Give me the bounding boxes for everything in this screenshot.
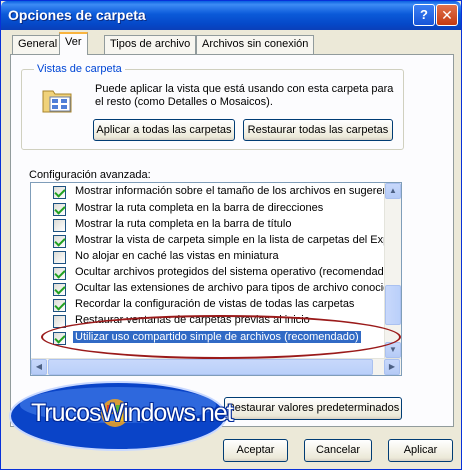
title-bar[interactable]: Opciones de carpeta ? ✕ [1, 1, 461, 30]
horizontal-scroll-thumb[interactable] [48, 359, 373, 375]
advanced-settings-list[interactable]: Mostrar información sobre el tamaño de l… [30, 182, 402, 376]
scroll-right-icon[interactable]: ▶ [384, 359, 400, 375]
help-button[interactable]: ? [413, 4, 435, 26]
scroll-up-icon[interactable]: ▲ [385, 183, 401, 199]
folder-views-title: Vistas de carpeta [34, 63, 125, 75]
checkbox[interactable] [53, 186, 66, 199]
vertical-scrollbar[interactable]: ▲ ▼ [384, 183, 401, 359]
list-item-label: Ocultar las extensiones de archivo para … [75, 282, 396, 294]
list-item-label: Recordar la configuración de vistas de t… [75, 298, 355, 310]
horizontal-scrollbar[interactable]: ◀ ▶ [31, 358, 401, 375]
checkbox[interactable] [53, 332, 66, 345]
window-title: Opciones de carpeta [8, 7, 146, 23]
checkbox[interactable] [53, 251, 66, 264]
list-item-label: Ocultar archivos protegidos del sistema … [75, 266, 394, 278]
cancel-button[interactable]: Cancelar [304, 439, 372, 462]
advanced-settings-label: Configuración avanzada: [29, 169, 151, 181]
checkbox[interactable] [53, 235, 66, 248]
tab-general[interactable]: General [12, 35, 64, 54]
tab-view[interactable]: Ver [59, 32, 88, 55]
restore-defaults-button[interactable]: Restaurar valores predeterminados [224, 397, 402, 420]
list-item-label: Mostrar la ruta completa en la barra de … [75, 202, 324, 214]
scroll-down-icon[interactable]: ▼ [385, 342, 401, 358]
checkbox[interactable] [53, 219, 66, 232]
folder-views-description: Puede aplicar la vista que está usando c… [95, 83, 394, 108]
checkbox[interactable] [53, 315, 66, 328]
list-item-label: Mostrar la ruta completa en la barra de … [75, 218, 292, 230]
close-button[interactable]: ✕ [436, 4, 458, 26]
checkbox[interactable] [53, 299, 66, 312]
list-item-label: No alojar en caché las vistas en miniatu… [75, 250, 279, 262]
folder-views-icon [41, 85, 75, 115]
restore-all-folders-button[interactable]: Restaurar todas las carpetas [243, 119, 393, 141]
tab-offline-files[interactable]: Archivos sin conexión [196, 35, 315, 54]
checkbox[interactable] [53, 203, 66, 216]
tab-file-types[interactable]: Tipos de archivo [104, 35, 197, 54]
list-item-label: Mostrar información sobre el tamaño de l… [75, 185, 402, 197]
vertical-scroll-thumb[interactable] [385, 285, 401, 325]
folder-options-window: Opciones de carpeta ? ✕ General Ver Tipo… [0, 0, 462, 470]
apply-button[interactable]: Aplicar [388, 439, 453, 462]
list-item-label: Utilizar uso compartido simple de archiv… [73, 331, 361, 343]
list-item-label: Mostrar la vista de carpeta simple en la… [75, 234, 402, 246]
accept-button[interactable]: Aceptar [223, 439, 288, 462]
watermark-text: TrucosWindows.net [31, 399, 234, 427]
scroll-left-icon[interactable]: ◀ [31, 359, 47, 375]
checkbox[interactable] [53, 283, 66, 296]
apply-to-all-folders-button[interactable]: Aplicar a todas las carpetas [93, 119, 235, 141]
checkbox[interactable] [53, 267, 66, 280]
list-item-label: Restaurar ventanas de carpetas previas a… [75, 314, 310, 326]
